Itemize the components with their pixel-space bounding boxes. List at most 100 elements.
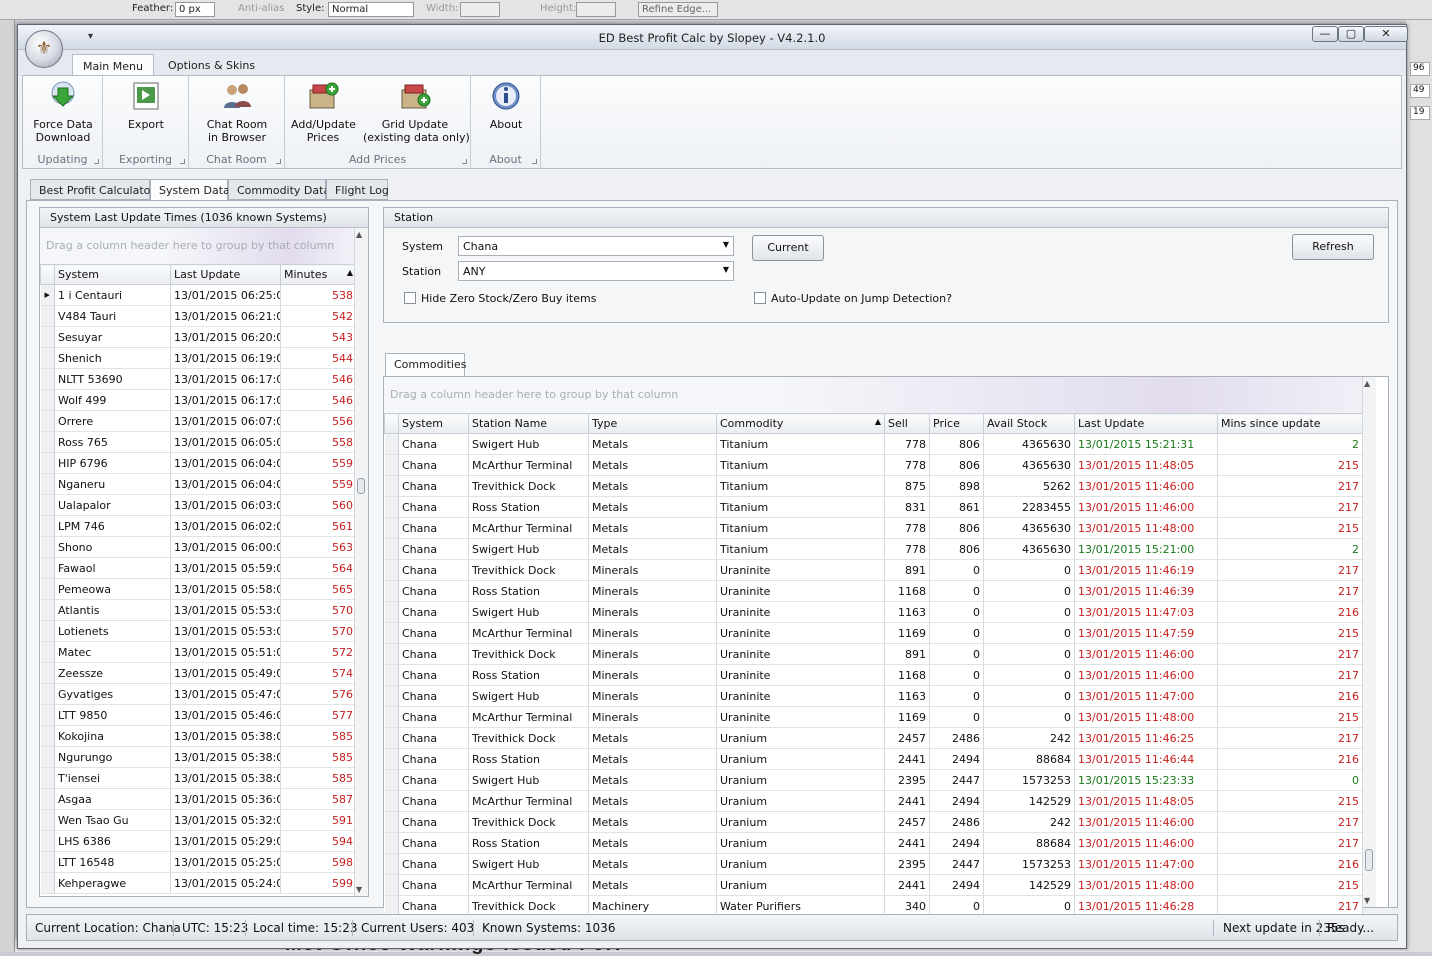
tab-commodity-data[interactable]: Commodity Data — [228, 179, 330, 200]
column-header-last-update[interactable]: Last Update — [1074, 413, 1218, 434]
force-download-button[interactable]: Force Data Download — [27, 80, 99, 144]
row-indicator[interactable] — [40, 515, 55, 537]
systems-scrollbar[interactable]: ▲ ▼ — [354, 228, 368, 896]
table-row[interactable]: Sesuyar 13/01/2015 06:20:00 543 — [40, 326, 357, 348]
row-indicator[interactable] — [384, 832, 399, 854]
row-indicator[interactable] — [384, 475, 399, 497]
table-row[interactable]: Kehperagwe 13/01/2015 05:24:00 599 — [40, 872, 357, 894]
table-row[interactable]: Chana Trevithick Dock Minerals Uraninite 891… — [384, 559, 1363, 581]
table-row[interactable]: Lotienets 13/01/2015 05:53:00 570 — [40, 620, 357, 642]
table-row[interactable]: Chana Ross Station Minerals Uraninite 1168 0 0… — [384, 580, 1363, 602]
row-indicator[interactable] — [40, 599, 55, 621]
table-row[interactable]: Chana Swigert Hub Metals Titanium 778 806 4365… — [384, 433, 1363, 455]
column-header-minutes[interactable]: Minutes ▲ — [280, 264, 357, 285]
table-row[interactable]: Chana Trevithick Dock Metals Uranium 2457 248… — [384, 727, 1363, 749]
table-row[interactable]: Asgaa 13/01/2015 05:36:00 587 — [40, 788, 357, 810]
row-indicator[interactable] — [384, 685, 399, 707]
table-row[interactable]: Chana Swigert Hub Metals Uranium 2395 2447 157… — [384, 769, 1363, 791]
row-indicator[interactable] — [40, 473, 55, 495]
row-indicator[interactable] — [40, 410, 55, 432]
table-row[interactable]: Chana McArthur Terminal Metals Titanium 778 8… — [384, 517, 1363, 539]
row-indicator[interactable] — [40, 725, 55, 747]
grid-update-button[interactable]: Grid Update (existing data only) — [363, 80, 470, 144]
table-row[interactable]: Ngurungo 13/01/2015 05:38:00 585 — [40, 746, 357, 768]
scroll-thumb[interactable] — [357, 478, 365, 494]
width-input[interactable] — [460, 2, 500, 17]
table-row[interactable]: Wolf 499 13/01/2015 06:17:00 546 — [40, 389, 357, 411]
table-row[interactable]: Ross 765 13/01/2015 06:05:00 558 — [40, 431, 357, 453]
row-indicator[interactable] — [384, 622, 399, 644]
table-row[interactable]: LTT 16548 13/01/2015 05:25:00 598 — [40, 851, 357, 873]
tab-system-data[interactable]: System Data — [150, 179, 230, 201]
chevron-down-icon[interactable]: ▼ — [723, 240, 729, 249]
system-combo[interactable]: Chana ▼ — [458, 236, 734, 256]
table-row[interactable]: LPM 746 13/01/2015 06:02:00 561 — [40, 515, 357, 537]
scroll-down-icon[interactable]: ▼ — [1364, 896, 1370, 905]
table-row[interactable]: Chana Trevithick Dock Metals Titanium 875 898… — [384, 475, 1363, 497]
table-row[interactable]: LTT 9850 13/01/2015 05:46:00 577 — [40, 704, 357, 726]
quick-access-dropdown-icon[interactable]: ▾ — [88, 31, 93, 42]
antialias-label[interactable]: Anti-alias — [238, 3, 285, 14]
row-indicator[interactable] — [40, 326, 55, 348]
commodities-group-bar[interactable]: Drag a column header here to group by th… — [384, 377, 1374, 413]
scroll-up-icon[interactable]: ▲ — [356, 230, 362, 239]
table-row[interactable]: Pemeowa 13/01/2015 05:58:00 565 — [40, 578, 357, 600]
row-indicator[interactable] — [40, 662, 55, 684]
auto-update-checkbox[interactable]: Auto-Update on Jump Detection? — [754, 292, 952, 305]
row-indicator[interactable] — [384, 601, 399, 623]
row-indicator[interactable] — [40, 431, 55, 453]
row-indicator[interactable] — [384, 790, 399, 812]
row-indicator[interactable] — [384, 454, 399, 476]
row-indicator[interactable] — [384, 643, 399, 665]
row-indicator[interactable] — [40, 704, 55, 726]
scroll-thumb[interactable] — [1365, 849, 1373, 871]
row-indicator[interactable] — [40, 557, 55, 579]
row-indicator[interactable] — [40, 368, 55, 390]
table-row[interactable]: Shono 13/01/2015 06:00:00 563 — [40, 536, 357, 558]
table-row[interactable]: NLTT 53690 13/01/2015 06:17:00 546 — [40, 368, 357, 390]
scroll-up-icon[interactable]: ▲ — [1364, 379, 1370, 388]
close-button[interactable]: ✕ — [1364, 26, 1408, 42]
row-indicator[interactable] — [40, 746, 55, 768]
column-header-mins-since-update[interactable]: Mins since update — [1217, 413, 1363, 434]
systems-group-bar[interactable]: Drag a column header here to group by th… — [40, 228, 354, 264]
row-indicator[interactable] — [384, 538, 399, 560]
table-row[interactable]: Kokojina 13/01/2015 05:38:00 585 — [40, 725, 357, 747]
about-button[interactable]: About — [477, 80, 535, 131]
row-indicator[interactable] — [40, 767, 55, 789]
tab-flight-log[interactable]: Flight Log — [326, 179, 389, 200]
column-header-sell[interactable]: Sell — [884, 413, 930, 434]
table-row[interactable]: Chana Ross Station Minerals Uraninite 1168 0 0… — [384, 664, 1363, 686]
table-row[interactable]: Chana Swigert Hub Minerals Uraninite 1163 0 0 1… — [384, 685, 1363, 707]
table-row[interactable]: Atlantis 13/01/2015 05:53:00 570 — [40, 599, 357, 621]
maximize-button[interactable]: ▢ — [1338, 26, 1364, 42]
feather-input[interactable]: 0 px — [175, 2, 215, 17]
row-indicator[interactable] — [40, 620, 55, 642]
row-indicator[interactable] — [40, 389, 55, 411]
column-header-system[interactable]: System — [54, 264, 171, 285]
chevron-down-icon[interactable]: ▼ — [723, 265, 729, 274]
tab-best-profit-calculator[interactable]: Best Profit Calculator — [30, 179, 155, 200]
row-indicator[interactable] — [384, 433, 399, 455]
tab-main-menu[interactable]: Main Menu — [72, 54, 154, 76]
table-row[interactable]: Chana Swigert Hub Metals Uranium 2395 2447 157… — [384, 853, 1363, 875]
row-indicator[interactable] — [384, 496, 399, 518]
row-indicator[interactable] — [384, 517, 399, 539]
table-row[interactable]: Ualapalor 13/01/2015 06:03:00 560 — [40, 494, 357, 516]
table-row[interactable]: Orrere 13/01/2015 06:07:00 556 — [40, 410, 357, 432]
table-row[interactable]: Nganeru 13/01/2015 06:04:00 559 — [40, 473, 357, 495]
table-row[interactable]: HIP 6796 13/01/2015 06:04:00 559 — [40, 452, 357, 474]
row-indicator[interactable] — [40, 809, 55, 831]
add-update-prices-button[interactable]: Add/Update Prices — [291, 80, 356, 144]
table-row[interactable]: Chana McArthur Terminal Metals Uranium 2441 2… — [384, 874, 1363, 896]
row-indicator-icon[interactable]: ▶ — [40, 284, 55, 306]
row-indicator[interactable] — [384, 559, 399, 581]
current-button[interactable]: Current — [752, 235, 824, 261]
row-indicator[interactable] — [384, 580, 399, 602]
row-indicator[interactable] — [384, 874, 399, 896]
table-row[interactable]: Chana Trevithick Dock Minerals Uraninite 891… — [384, 643, 1363, 665]
table-row[interactable]: Matec 13/01/2015 05:51:00 572 — [40, 641, 357, 663]
row-indicator[interactable] — [40, 830, 55, 852]
commodities-scrollbar[interactable]: ▲ ▼ — [1362, 377, 1376, 907]
column-header-last-update[interactable]: Last Update — [170, 264, 281, 285]
